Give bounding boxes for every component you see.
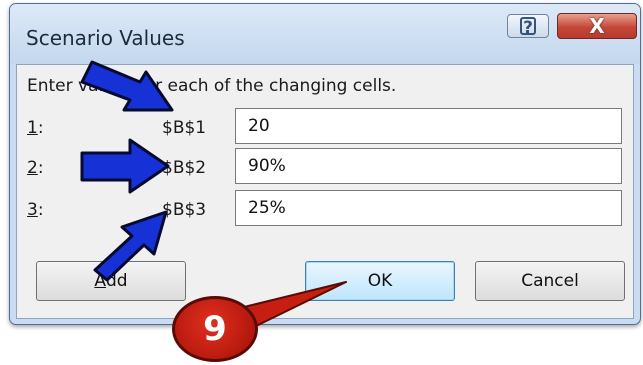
cell-ref-2: $B$2 [162,158,207,178]
title-bar[interactable]: Scenario Values ? X [10,4,640,64]
cell-ref-1: $B$1 [162,118,207,138]
dialog-title: Scenario Values [26,26,185,50]
add-button[interactable]: Add [36,261,186,301]
ok-button[interactable]: OK [305,261,455,301]
help-icon: ? [520,17,536,37]
row-label-3: 3: [27,200,44,220]
close-button[interactable]: X [557,13,637,39]
value-input-3[interactable] [235,190,622,226]
row-label-2: 2: [27,158,44,178]
help-button[interactable]: ? [507,14,549,38]
close-icon: X [589,14,605,38]
value-input-2[interactable] [235,148,622,184]
value-input-1[interactable] [235,108,622,144]
instruction-text: Enter values for each of the changing ce… [27,76,397,96]
row-label-1: 1: [27,118,44,138]
step-number-badge: 9 [172,296,258,362]
cancel-button[interactable]: Cancel [475,261,625,301]
cell-ref-3: $B$3 [162,200,207,220]
